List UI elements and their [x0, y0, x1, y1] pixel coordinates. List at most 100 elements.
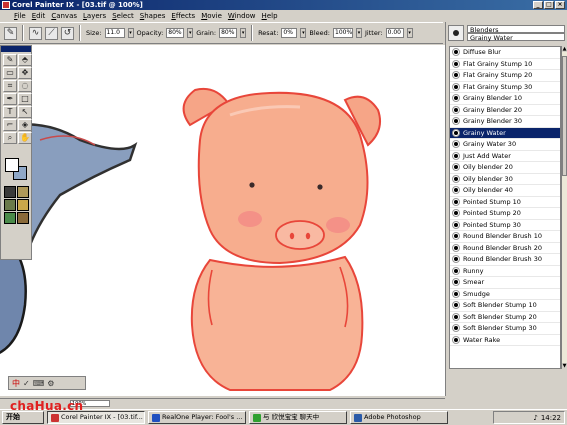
pattern-selector-icon[interactable] — [4, 199, 16, 211]
menu-item[interactable]: Effects — [171, 12, 195, 20]
paper-selector-icon[interactable] — [4, 186, 16, 198]
brush-variant-item[interactable]: Flat Grainy Stump 20 — [450, 70, 560, 82]
scroll-up-icon[interactable]: ▲ — [562, 46, 567, 52]
brush-variant-item[interactable]: Pointed Stump 20 — [450, 208, 560, 220]
menu-item[interactable]: Edit — [32, 12, 46, 20]
magnifier-icon[interactable]: ⌕ — [3, 132, 17, 144]
document-canvas[interactable] — [0, 45, 445, 396]
pen-icon[interactable]: ✒ — [3, 93, 17, 105]
scroll-thumb[interactable] — [562, 56, 567, 176]
close-button[interactable]: × — [555, 1, 565, 9]
clock[interactable]: 14:22 — [541, 414, 561, 422]
look-selector-icon[interactable] — [4, 212, 16, 224]
grain-field[interactable]: 80% — [219, 28, 238, 38]
menu-item[interactable]: Layers — [83, 12, 106, 20]
weave-selector-icon[interactable] — [17, 199, 29, 211]
brush-variant-item[interactable]: Water Rake — [450, 335, 560, 346]
gradient-selector-icon[interactable] — [17, 186, 29, 198]
brush-variant-item[interactable]: Round Blender Brush 20 — [450, 243, 560, 254]
resat-field[interactable]: 0% — [281, 28, 298, 38]
brush-variant-item[interactable]: Pointed Stump 10 — [450, 197, 560, 208]
brush-variant-item[interactable]: Pointed Stump 30 — [450, 220, 560, 231]
reset-tool-icon[interactable]: ↺ — [61, 26, 74, 40]
settings-icon[interactable]: ⚙ — [47, 379, 54, 388]
brush-category-icon[interactable] — [448, 25, 464, 41]
brush-variant-label: Grainy Blender 30 — [463, 117, 523, 126]
brush-variant-item[interactable]: Round Blender Brush 30 — [450, 254, 560, 266]
hand-icon[interactable]: ✋ — [18, 132, 32, 144]
brush-variant-item[interactable]: Smear — [450, 277, 560, 289]
ime-toolbar[interactable]: 中 ✓ ⌨ ⚙ — [8, 376, 86, 390]
move-icon[interactable]: ✥ — [18, 67, 32, 79]
brush-variant-label: Grainy Blender 20 — [463, 105, 523, 114]
menu-item[interactable]: Canvas — [51, 12, 77, 20]
keyboard-icon[interactable]: ⌨ — [33, 379, 45, 388]
main-color-swatch[interactable] — [5, 158, 19, 172]
bleed-field[interactable]: 100% — [333, 28, 354, 38]
brush-variant-item[interactable]: Grainy Blender 10 — [450, 93, 560, 105]
brush-variant-item[interactable]: Diffuse Blur — [450, 47, 560, 59]
brush-variant-item[interactable]: Grainy Water 30 — [450, 139, 560, 151]
brush-tool-icon[interactable]: ✎ — [4, 26, 17, 40]
opacity-field[interactable]: 80% — [166, 28, 185, 38]
resat-spinner[interactable]: ▾ — [300, 28, 307, 38]
taskbar-button[interactable]: RealOne Player: Fool's ... — [148, 411, 246, 424]
crop-icon[interactable]: ⌗ — [3, 80, 17, 92]
brush-variant-item[interactable]: Oily blender 40 — [450, 185, 560, 197]
taskbar-button[interactable]: Adobe Photoshop — [350, 411, 448, 424]
menu-item[interactable]: File — [14, 12, 26, 20]
eyedropper-icon[interactable]: ⌐ — [3, 119, 17, 131]
opacity-spinner[interactable]: ▾ — [187, 28, 194, 38]
brush-variant-item[interactable]: Soft Blender Stump 30 — [450, 323, 560, 335]
maximize-button[interactable]: □ — [544, 1, 554, 9]
arrow-select-icon[interactable]: ↖ — [18, 106, 32, 118]
brush-variant-item[interactable]: Grainy Blender 20 — [450, 105, 560, 116]
dropper-icon[interactable]: ⬘ — [18, 54, 32, 66]
brush-icon[interactable]: ✎ — [3, 54, 17, 66]
menu-item[interactable]: Shapes — [140, 12, 166, 20]
rectangle-select-icon[interactable]: ▭ — [3, 67, 17, 79]
brush-variant-item[interactable]: Smudge — [450, 289, 560, 300]
size-field[interactable]: 11.0 — [104, 28, 125, 38]
nozzle-selector-icon[interactable] — [17, 212, 29, 224]
brush-variant-selector[interactable]: Grainy Water — [467, 33, 565, 42]
jitter-field[interactable]: 0.00 — [385, 28, 404, 38]
color-selector[interactable] — [5, 158, 29, 182]
brush-variant-list: Diffuse Blur Flat Grainy Stump 10 Flat Gra… — [449, 46, 561, 369]
size-spinner[interactable]: ▾ — [127, 28, 134, 38]
brush-variant-item[interactable]: Grainy Water — [450, 127, 560, 139]
brush-variant-item[interactable]: Flat Grainy Stump 30 — [450, 82, 560, 93]
brush-variant-item[interactable]: Flat Grainy Stump 10 — [450, 59, 560, 70]
brush-list-scrollbar[interactable]: ▲ ▼ — [561, 46, 567, 369]
menu-item[interactable]: Window — [228, 12, 256, 20]
lasso-icon[interactable]: ◌ — [18, 80, 32, 92]
brush-variant-item[interactable]: Grainy Blender 30 — [450, 116, 560, 128]
text-icon[interactable]: T — [3, 106, 17, 118]
brush-variant-item[interactable]: Oily blender 30 — [450, 174, 560, 185]
paint-bucket-icon[interactable]: ◈ — [18, 119, 32, 131]
brush-variant-item[interactable]: Soft Blender Stump 20 — [450, 312, 560, 323]
grain-spinner[interactable]: ▾ — [240, 28, 247, 38]
brush-variant-label: Flat Grainy Stump 30 — [463, 82, 533, 91]
brush-variant-item[interactable]: Soft Blender Stump 10 — [450, 300, 560, 312]
minimize-button[interactable]: _ — [533, 1, 543, 9]
shape-icon[interactable]: □ — [18, 93, 32, 105]
brush-variant-item[interactable]: Oily blender 20 — [450, 162, 560, 174]
jitter-spinner[interactable]: ▾ — [406, 28, 413, 38]
taskbar-button[interactable]: 与 欣悦宝宝 聊天中 — [249, 411, 347, 424]
scroll-down-icon[interactable]: ▼ — [562, 363, 567, 369]
ime-mode-label[interactable]: 中 — [12, 378, 20, 389]
punctuation-icon[interactable]: ✓ — [23, 379, 30, 388]
brush-variant-item[interactable]: Just Add Water — [450, 151, 560, 162]
brush-variant-item[interactable]: Round Blender Brush 10 — [450, 231, 560, 243]
menu-item[interactable]: Help — [262, 12, 278, 20]
bleed-spinner[interactable]: ▾ — [356, 28, 363, 38]
window-title-bar[interactable]: Corel Painter IX - [03.tif @ 100%] _ □ × — [0, 0, 567, 10]
menu-item[interactable]: Select — [112, 12, 134, 20]
brush-variant-item[interactable]: Runny — [450, 266, 560, 277]
menu-item[interactable]: Movie — [201, 12, 222, 20]
brush-category-selector[interactable]: Blenders — [467, 25, 565, 34]
freehand-stroke-icon[interactable]: ∿ — [29, 26, 42, 40]
straight-line-icon[interactable]: ⟋ — [45, 26, 58, 40]
volume-icon[interactable]: ♪ — [533, 414, 537, 422]
